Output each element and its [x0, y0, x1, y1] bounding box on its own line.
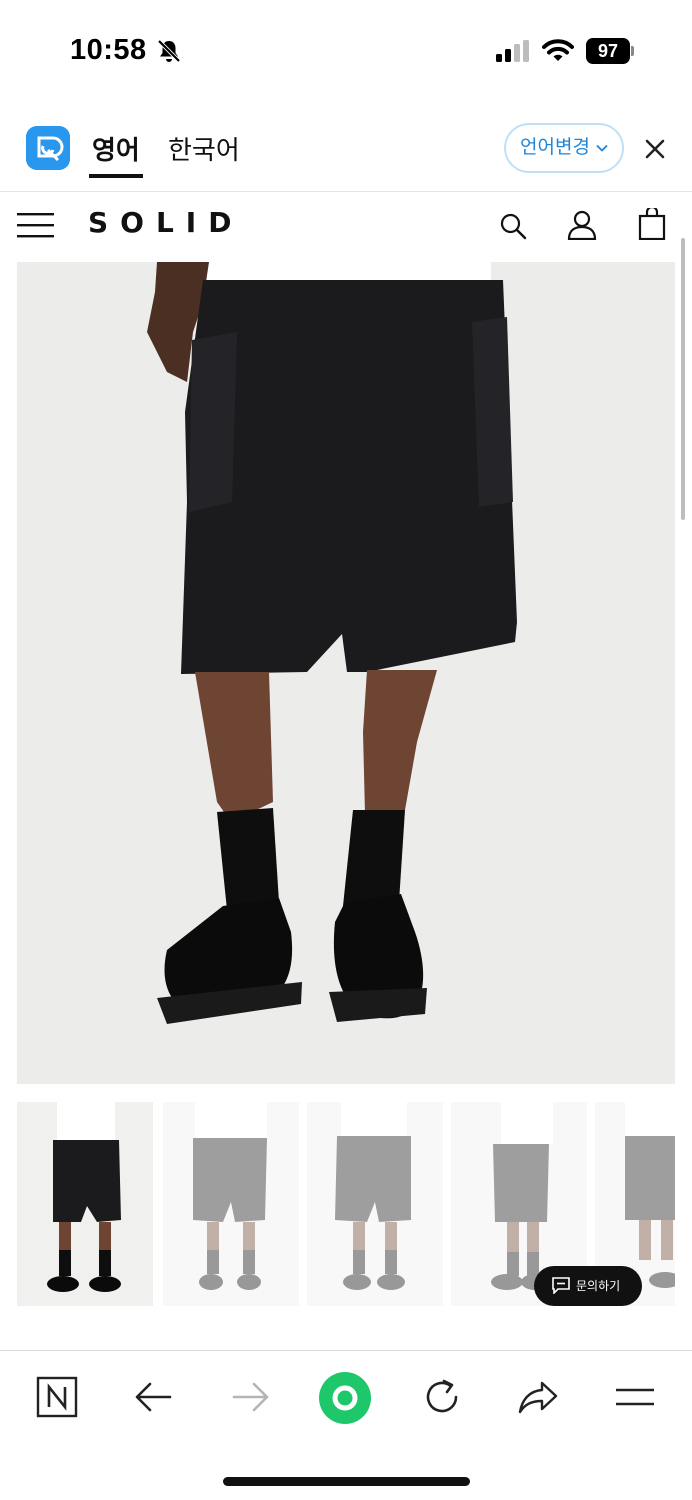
- inquiry-label: 문의하기: [576, 1279, 621, 1293]
- naver-home-icon[interactable]: [35, 1375, 79, 1419]
- battery-level: 97: [586, 38, 630, 64]
- active-tab-underline: [89, 174, 143, 178]
- forward-arrow-icon[interactable]: [228, 1375, 272, 1419]
- wifi-icon: [542, 39, 574, 61]
- thumbnail-3-photo: [335, 1102, 411, 1290]
- thumbnail-1[interactable]: [17, 1102, 153, 1306]
- search-icon[interactable]: [499, 212, 527, 240]
- site-header: SOLID: [0, 192, 692, 260]
- battery-tip: [631, 46, 634, 56]
- naver-green-dot-icon[interactable]: [318, 1371, 372, 1425]
- scrollbar[interactable]: [681, 238, 685, 520]
- share-icon[interactable]: [516, 1375, 560, 1419]
- chevron-down-icon: [596, 144, 608, 152]
- user-icon[interactable]: [567, 210, 597, 240]
- translate-logo-icon: [26, 126, 70, 170]
- chat-icon: [552, 1277, 570, 1294]
- translation-bar: 영어 한국어 언어변경: [0, 110, 692, 192]
- back-arrow-icon[interactable]: [132, 1375, 176, 1419]
- product-main-image[interactable]: [17, 262, 675, 1084]
- battery-indicator: 97: [586, 38, 634, 64]
- thumbnail-3[interactable]: [307, 1102, 443, 1306]
- bell-off-icon: [157, 39, 181, 63]
- product-photo: [17, 262, 675, 1084]
- close-icon[interactable]: [644, 138, 666, 160]
- tab-english[interactable]: 영어: [92, 130, 140, 167]
- brand-logo[interactable]: SOLID: [88, 206, 243, 239]
- thumbnail-2[interactable]: [163, 1102, 299, 1306]
- home-indicator: [223, 1477, 470, 1486]
- tab-korean[interactable]: 한국어: [168, 130, 240, 167]
- status-bar: 10:58 97: [0, 0, 692, 100]
- refresh-icon[interactable]: [420, 1375, 464, 1419]
- thumbnail-2-photo: [193, 1102, 267, 1290]
- menu-lines-icon[interactable]: [613, 1375, 657, 1419]
- status-time: 10:58: [70, 34, 147, 66]
- change-language-button[interactable]: 언어변경: [504, 123, 624, 173]
- shopping-bag-icon[interactable]: [638, 208, 666, 240]
- menu-icon[interactable]: [17, 212, 54, 238]
- thumbnail-1-photo: [47, 1102, 121, 1292]
- inquiry-button[interactable]: 문의하기: [534, 1266, 642, 1306]
- change-language-label: 언어변경: [520, 137, 590, 158]
- browser-toolbar: [0, 1350, 692, 1500]
- signal-icon: [496, 40, 529, 62]
